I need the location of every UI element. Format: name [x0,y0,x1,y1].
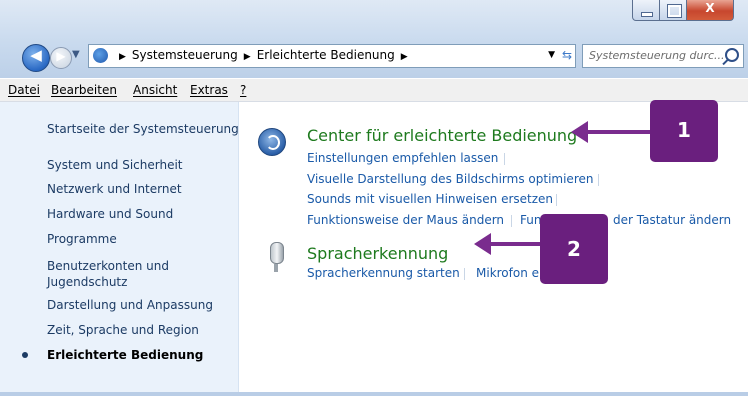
sidebar-item-netzwerk[interactable]: Netzwerk und Internet [47,182,182,196]
breadcrumb: ▶ Systemsteuerung ▶ Erleichterte Bedienung ▶ [113,48,414,62]
address-dropdown-icon[interactable]: ▼ [548,50,555,60]
search-icon[interactable] [725,48,739,62]
callout-number-2: 2 [567,237,581,261]
minimize-button[interactable] [632,0,660,21]
callout-badge-1: 1 [650,100,718,162]
sidebar-item-system-sicherheit[interactable]: System und Sicherheit [47,158,183,172]
maximize-button[interactable] [659,0,687,21]
title-bar: X ◀ ▶ ▼ ▶ Systemsteuerung ▶ Erleichterte Be… [0,0,748,78]
sidebar-item-erleichterte-bedienung: Erleichterte Bedienung [47,348,204,362]
callout-badge-2: 2 [540,214,608,284]
menu-extras[interactable]: Extras [190,83,228,97]
sidebar-item-darstellung[interactable]: Darstellung und Anpassung [47,298,213,312]
search-box[interactable]: Systemsteuerung durc... [582,44,744,68]
task-separator [504,153,505,165]
control-panel-icon [93,48,108,63]
task-separator [511,215,512,227]
callout-arrow-1-line [586,130,652,134]
chevron-right-icon[interactable]: ▶ [244,52,251,62]
task-maus-aendern[interactable]: Funktionsweise der Maus ändern [307,213,504,227]
task-visuelle-darstellung[interactable]: Visuelle Darstellung des Bildschirms opt… [307,172,593,186]
refresh-icon[interactable]: ⇆ [562,48,572,62]
menu-datei[interactable]: Datei [8,83,40,97]
sidebar-item-benutzerkonten[interactable]: Benutzerkonten und [47,259,169,273]
back-arrow-icon: ◀ [30,46,42,64]
close-icon: X [705,1,715,15]
chevron-right-icon[interactable]: ▶ [119,52,126,62]
sidebar-item-programme[interactable]: Programme [47,232,117,246]
callout-number-1: 1 [677,118,691,142]
chevron-right-icon[interactable]: ▶ [401,52,408,62]
ease-of-access-icon[interactable] [258,128,286,156]
forward-button[interactable]: ▶ [50,47,72,69]
callout-arrow-2-line [489,242,541,246]
task-separator [598,174,599,186]
task-separator [556,194,557,206]
task-einstellungen-empfehlen[interactable]: Einstellungen empfehlen lassen [307,151,498,165]
control-panel-window: X ◀ ▶ ▼ ▶ Systemsteuerung ▶ Erleichterte Be… [0,0,748,396]
breadcrumb-item-systemsteuerung[interactable]: Systemsteuerung [132,48,238,62]
task-tastatur-aendern-end[interactable]: der Tastatur ändern [613,213,731,227]
sidebar-item-hardware[interactable]: Hardware und Sound [47,207,173,221]
sidebar-item-startseite[interactable]: Startseite der Systemsteuerung [47,122,239,136]
category-title-center[interactable]: Center für erleichterte Bedienung [307,126,577,145]
sidebar-item-zeit-sprache[interactable]: Zeit, Sprache und Region [47,323,199,337]
microphone-icon[interactable] [270,242,284,272]
search-placeholder: Systemsteuerung durc... [589,49,725,62]
window-frame-bottom [0,392,748,396]
task-sounds-ersetzen[interactable]: Sounds mit visuellen Hinweisen ersetzen [307,192,553,206]
sidebar: Startseite der Systemsteuerung System un… [0,102,239,396]
active-item-bullet-icon [22,352,28,358]
menu-help[interactable]: ? [240,83,246,97]
address-bar[interactable]: ▶ Systemsteuerung ▶ Erleichterte Bedienung ▶… [88,44,576,68]
menu-bar: Datei Bearbeiten Ansicht Extras ? [0,79,748,102]
recent-pages-dropdown-icon[interactable]: ▼ [72,49,80,60]
menu-bearbeiten[interactable]: Bearbeiten [51,83,117,97]
task-spracherkennung-starten[interactable]: Spracherkennung starten [307,266,460,280]
forward-arrow-icon: ▶ [56,49,66,63]
breadcrumb-item-erleichterte-bedienung[interactable]: Erleichterte Bedienung [257,48,395,62]
task-separator [464,268,465,280]
close-button[interactable]: X [686,0,734,21]
task-mikrofon-einrichten[interactable]: Mikrofon e [476,266,539,280]
back-button[interactable]: ◀ [22,44,50,72]
category-title-spracherkennung[interactable]: Spracherkennung [307,244,448,263]
task-tastatur-aendern-start[interactable]: Fun [520,213,541,227]
sidebar-item-jugendschutz[interactable]: Jugendschutz [47,275,127,289]
menu-ansicht[interactable]: Ansicht [133,83,177,97]
